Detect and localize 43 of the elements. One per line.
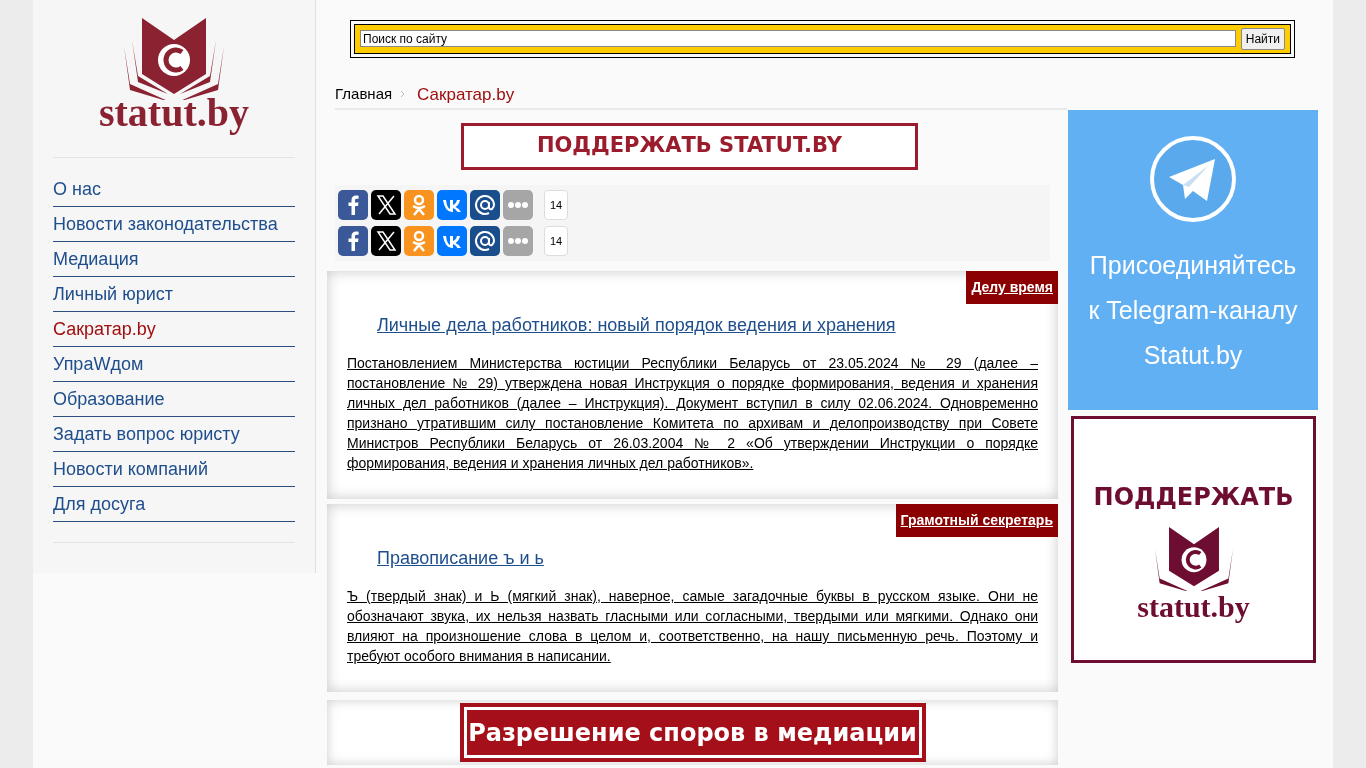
share-count: 14: [544, 226, 568, 256]
banner-text: Statut.by: [1143, 340, 1243, 371]
nav-link[interactable]: Медиация: [53, 242, 295, 277]
nav-link[interactable]: Образование: [53, 382, 295, 417]
nav-link[interactable]: О нас: [53, 172, 295, 207]
nav-link[interactable]: УпраWдом: [53, 347, 295, 382]
chevron-icon: [400, 90, 406, 99]
logo-text: statut.by: [1137, 591, 1250, 623]
facebook-icon[interactable]: [338, 190, 368, 220]
nav-link[interactable]: Личный юрист: [53, 277, 295, 312]
mediation-banner[interactable]: Разрешение споров в медиации: [466, 710, 919, 755]
nav-link[interactable]: Для досуга: [53, 487, 295, 522]
breadcrumb-link[interactable]: Главная: [335, 83, 393, 106]
category-tag[interactable]: Делу время: [966, 271, 1058, 304]
x-logo-icon[interactable]: [371, 190, 401, 220]
at-sign-icon[interactable]: [470, 226, 500, 256]
banner-title: ПОДДЕРЖАТЬ: [1093, 482, 1294, 513]
support-banner[interactable]: ПОДДЕРЖАТЬ STATUT.BY: [461, 122, 918, 170]
support-banner[interactable]: ПОДДЕРЖАТЬ statut.by: [1071, 416, 1316, 663]
article-title[interactable]: Личные дела работников: новый порядок ведения и хранения: [377, 312, 896, 339]
article-summary[interactable]: Ъ (твердый знак) и Ь (мягкий знак), наверное, самые загадочные буквы в русском языке. Они не обозначают звука, их нельзя назвать гласными или согласными, твердыми или мягкими. Однако они влияют на произношение слова в целом и, соответственно, на нашу письменную речь. Поэтому и требуют особого внимания в написании.: [347, 586, 1038, 666]
article-title[interactable]: Правописание ъ и ь: [377, 545, 544, 572]
search-field[interactable]: Поиск по сайту: [360, 30, 1236, 48]
more-dots-icon[interactable]: [503, 226, 533, 256]
category-tag[interactable]: Грамотный секретарь: [895, 504, 1058, 537]
x-logo-icon[interactable]: [371, 226, 401, 256]
vk-logo-icon[interactable]: [437, 190, 467, 220]
more-dots-icon[interactable]: [503, 190, 533, 220]
banner-text: к Telegram-каналу: [1088, 295, 1298, 326]
nav-link[interactable]: Новости компаний: [53, 452, 295, 487]
article-summary[interactable]: Постановлением Министерства юстиции Республики Беларусь от 23.05.2024 № 29 (далее – постановление № 29) утверждена новая Инструкция о порядке формирования, ведения и хранения личных дел работников (далее – Инструкция). Документ вступил в силу 02.06.2024. Одновременно признано утратившим силу постановление Комитета по архивам и делопроизводству при Совете Министров Республики Беларусь от 26.03.2004 № 2 «Об утверждении Инструкции о порядке формирования, ведения и хранения личных дел работников».: [347, 353, 1038, 473]
at-sign-icon[interactable]: [470, 190, 500, 220]
book-shield-logo-icon: [122, 18, 226, 100]
search-button[interactable]: Найти: [1240, 27, 1285, 50]
banner-text: Присоединяйтесь: [1089, 250, 1297, 281]
facebook-icon[interactable]: [338, 226, 368, 256]
nav-link[interactable]: Сакратар.by: [53, 312, 295, 347]
vk-logo-icon[interactable]: [437, 226, 467, 256]
nav-link[interactable]: Задать вопрос юристу: [53, 417, 295, 452]
nav-link[interactable]: Новости законодательства: [53, 207, 295, 242]
share-count: 14: [544, 190, 568, 220]
breadcrumb-link[interactable]: Сакратар.by: [417, 81, 515, 107]
paper-plane-icon: [1149, 135, 1237, 223]
